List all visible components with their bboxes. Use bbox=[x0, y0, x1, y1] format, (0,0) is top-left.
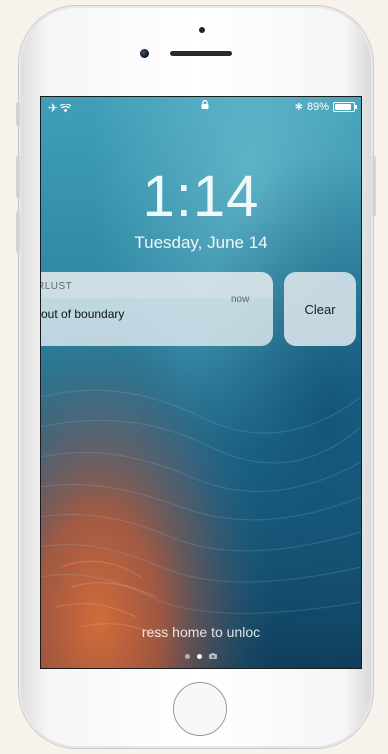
clear-button[interactable]: Clear bbox=[284, 272, 356, 346]
notification-app-name: RLUST bbox=[40, 281, 73, 292]
page-dot-active[interactable] bbox=[197, 653, 202, 659]
volume-up-button bbox=[16, 156, 20, 198]
lock-screen: ✈ ✱ 89% 1:14 Tuesday, June 14 RLUST now … bbox=[40, 96, 362, 669]
volume-down-button bbox=[16, 211, 20, 253]
unlock-hint: ress home to unloc bbox=[141, 624, 261, 640]
notification-time: now bbox=[231, 294, 250, 305]
bluetooth-icon: ✱ bbox=[294, 101, 303, 113]
mute-switch bbox=[16, 102, 20, 126]
page-indicator[interactable] bbox=[185, 653, 217, 659]
earpiece-speaker bbox=[170, 51, 232, 56]
page-dot[interactable] bbox=[185, 653, 190, 659]
power-button bbox=[372, 156, 376, 216]
battery-nub bbox=[355, 105, 357, 109]
proximity-sensor bbox=[199, 27, 205, 33]
status-bar: ✈ ✱ 89% bbox=[41, 97, 361, 119]
airplane-wifi-icons: ✈ bbox=[48, 101, 72, 115]
camera-icon[interactable] bbox=[209, 653, 217, 659]
front-camera bbox=[140, 49, 149, 58]
battery-percent: 89% bbox=[306, 101, 329, 113]
clock-date: Tuesday, June 14 bbox=[134, 233, 268, 252]
battery-icon bbox=[333, 102, 357, 112]
wifi-icon bbox=[59, 103, 72, 113]
battery-fill bbox=[335, 104, 352, 110]
clock-time: 1:14 bbox=[142, 164, 260, 229]
airplane-icon: ✈ bbox=[48, 101, 61, 115]
home-button[interactable] bbox=[173, 682, 227, 736]
lock-icon bbox=[201, 100, 209, 109]
notification-message: d out of boundary bbox=[40, 307, 125, 321]
notification-card[interactable]: RLUST now d out of boundary bbox=[40, 272, 273, 346]
